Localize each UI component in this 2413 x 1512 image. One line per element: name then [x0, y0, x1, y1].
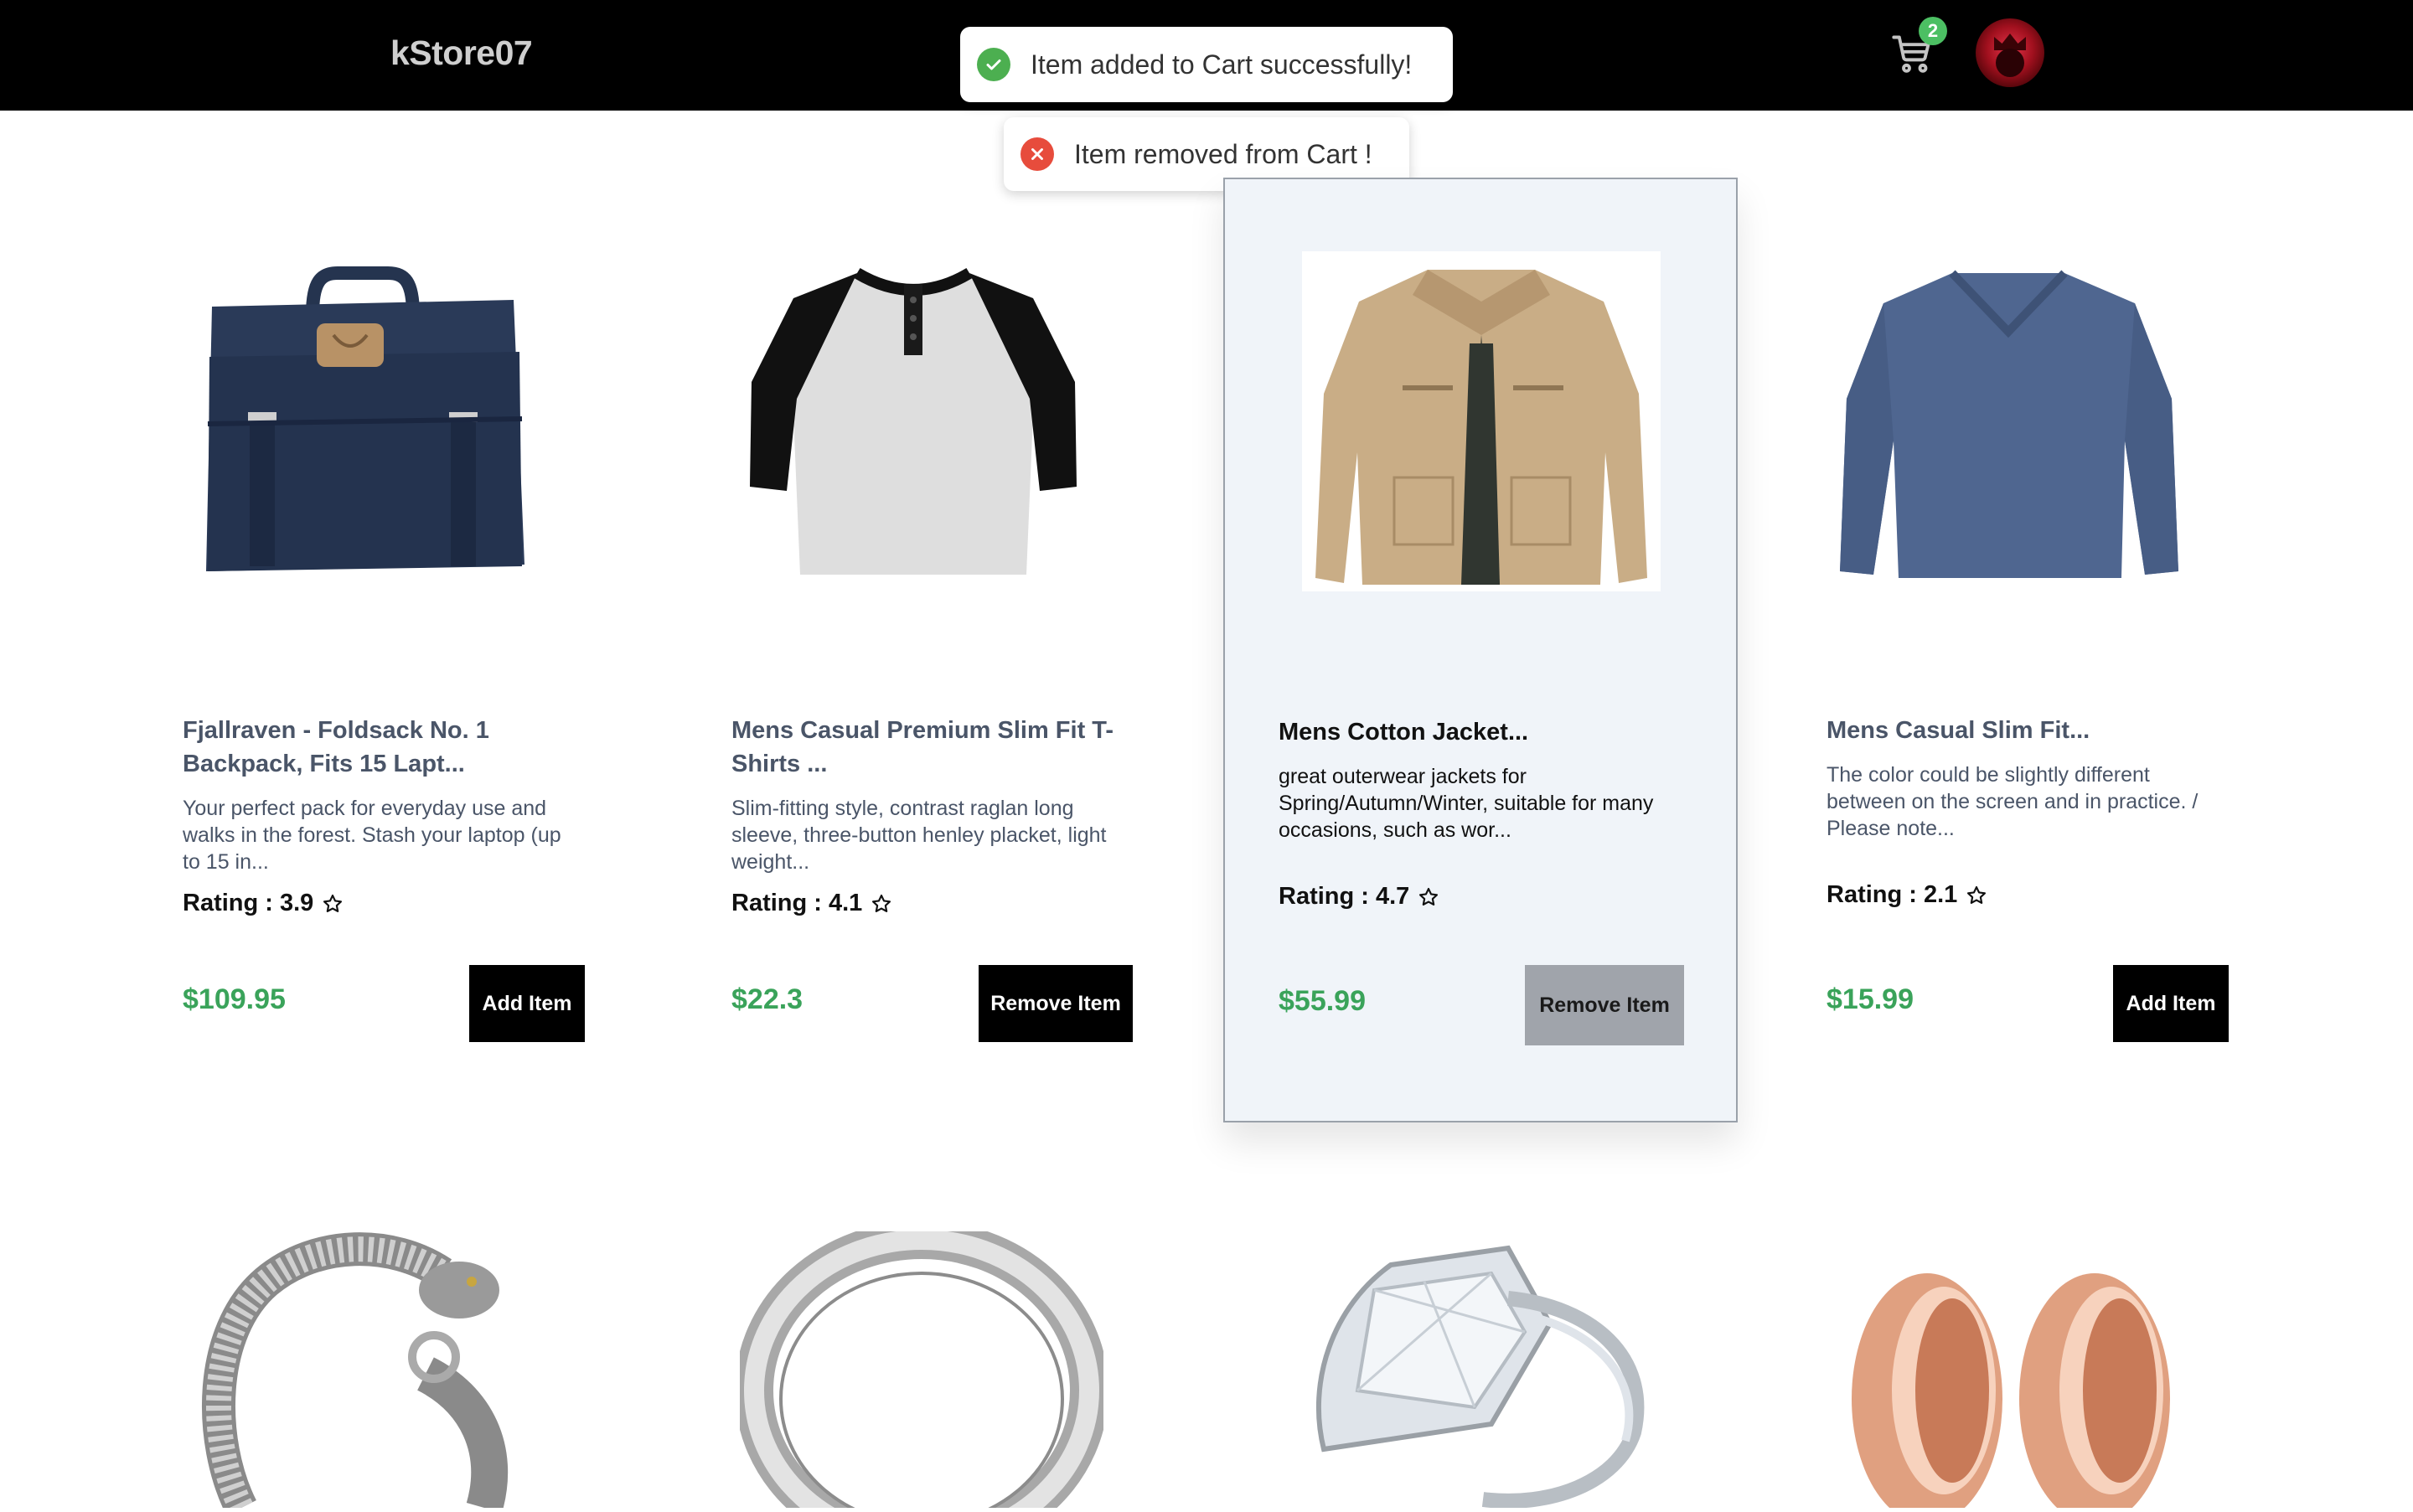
close-circle-icon [1020, 137, 1054, 171]
product-rating-text: Rating : 3.9 [183, 890, 314, 916]
product-card[interactable]: Fjallraven - Foldsack No. 1 Backpack, Fi… [107, 178, 622, 1122]
product-title[interactable]: Fjallraven - Foldsack No. 1 Backpack, Fi… [183, 714, 568, 781]
product-title[interactable]: Mens Casual Slim Fit... [1827, 714, 2220, 747]
star-icon [1967, 885, 1987, 904]
remove-item-button[interactable]: Remove Item [1525, 965, 1684, 1045]
add-item-button[interactable]: Add Item [2113, 965, 2229, 1042]
product-card[interactable]: Mens Casual Premium Slim Fit T-Shirts ..… [656, 178, 1170, 1122]
product-title[interactable]: Mens Cotton Jacket... [1279, 715, 1681, 749]
product-image-backpack[interactable] [183, 248, 546, 591]
product-card[interactable]: Mens Casual Slim Fit... The color could … [1751, 178, 2266, 1122]
product-price: $22.3 [731, 983, 803, 1015]
product-rating-text: Rating : 4.7 [1279, 883, 1410, 910]
product-image-diamond-ring[interactable] [1299, 1231, 1662, 1509]
add-item-button[interactable]: Add Item [469, 965, 585, 1042]
product-card[interactable] [1223, 1223, 1738, 1509]
product-card[interactable] [656, 1220, 1170, 1512]
product-rating: Rating : 4.7 [1279, 883, 1439, 911]
product-description: great outerwear jackets for Spring/Autum… [1279, 765, 1654, 842]
product-image-cotton-jacket[interactable] [1302, 251, 1661, 591]
product-rating: Rating : 3.9 [183, 890, 344, 917]
product-description: Your perfect pack for everyday use and w… [183, 797, 561, 874]
cart-count-badge: 2 [1919, 17, 1947, 45]
avatar-face [1996, 49, 2024, 77]
brand-logo[interactable]: kStore07 [390, 34, 533, 73]
product-rating-text: Rating : 4.1 [731, 890, 863, 916]
product-price: $55.99 [1279, 985, 1366, 1017]
star-icon [323, 894, 343, 912]
product-card[interactable] [1751, 1223, 2266, 1512]
product-image-dragon-bracelet[interactable] [191, 1231, 543, 1512]
product-image-silver-ring[interactable] [735, 1220, 1108, 1512]
product-card[interactable] [107, 1223, 622, 1512]
check-circle-icon [977, 48, 1010, 81]
product-price: $109.95 [183, 983, 286, 1015]
star-icon [872, 894, 891, 912]
toast-error-message: Item removed from Cart ! [1074, 138, 1372, 169]
product-rating-text: Rating : 2.1 [1827, 881, 1958, 908]
product-rating: Rating : 2.1 [1827, 881, 1987, 909]
product-rating: Rating : 4.1 [731, 890, 892, 917]
product-card-hovered[interactable]: Mens Cotton Jacket... great outerwear ja… [1223, 178, 1738, 1122]
star-icon [1419, 887, 1439, 906]
product-title[interactable]: Mens Casual Premium Slim Fit T-Shirts ..… [731, 714, 1117, 781]
product-price: $15.99 [1827, 983, 1914, 1015]
product-description: The color could be slightly different be… [1827, 763, 2199, 840]
product-image-rose-gold-tunnels[interactable] [1835, 1231, 2199, 1512]
cart-button[interactable]: 2 [1890, 17, 1947, 80]
product-image-raglan-tshirt[interactable] [731, 248, 1095, 591]
product-image-long-sleeve-shirt[interactable] [1827, 248, 2190, 591]
avatar-crown [1994, 34, 2026, 50]
user-avatar[interactable] [1976, 18, 2044, 87]
toast-success-message: Item added to Cart successfully! [1031, 49, 1413, 80]
remove-item-button[interactable]: Remove Item [979, 965, 1133, 1042]
product-description: Slim-fitting style, contrast raglan long… [731, 797, 1107, 874]
toast-success[interactable]: Item added to Cart successfully! [960, 27, 1453, 102]
